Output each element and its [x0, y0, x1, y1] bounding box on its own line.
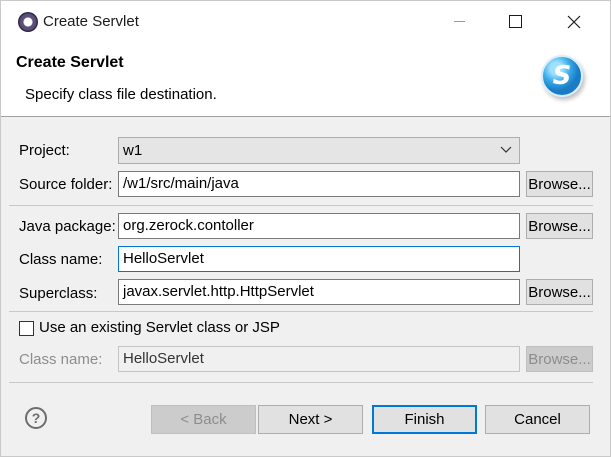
- servlet-logo-icon: S: [541, 55, 583, 97]
- close-icon: [567, 15, 581, 28]
- existing-class-name-label: Class name:: [19, 351, 103, 368]
- help-icon[interactable]: ?: [25, 407, 47, 429]
- minimize-button[interactable]: [431, 1, 487, 42]
- superclass-label: Superclass:: [19, 285, 98, 302]
- source-folder-browse-button[interactable]: Browse...: [526, 171, 593, 197]
- section-divider: [9, 205, 593, 206]
- chevron-down-icon: [500, 146, 512, 153]
- cancel-button[interactable]: Cancel: [485, 405, 590, 434]
- java-package-label: Java package:: [19, 218, 116, 235]
- use-existing-checkbox[interactable]: [19, 321, 34, 336]
- create-servlet-dialog: Create Servlet Create Servlet Specify cl…: [0, 0, 611, 457]
- banner-divider: [1, 116, 610, 117]
- maximize-icon: [508, 15, 522, 28]
- maximize-button[interactable]: [487, 1, 543, 42]
- back-button: < Back: [151, 405, 256, 434]
- eclipse-icon: [18, 12, 38, 32]
- next-button[interactable]: Next >: [258, 405, 363, 434]
- superclass-input[interactable]: javax.servlet.http.HttpServlet: [118, 279, 520, 305]
- banner-title: Create Servlet: [16, 54, 124, 71]
- source-folder-input[interactable]: /w1/src/main/java: [118, 171, 520, 197]
- wizard-banner: Create Servlet Specify class file destin…: [1, 42, 610, 116]
- close-button[interactable]: [546, 1, 602, 42]
- existing-class-browse-button: Browse...: [526, 346, 593, 372]
- java-package-input[interactable]: org.zerock.contoller: [118, 213, 520, 239]
- class-name-input[interactable]: HelloServlet: [118, 246, 520, 272]
- window-title: Create Servlet: [43, 13, 139, 30]
- superclass-browse-button[interactable]: Browse...: [526, 279, 593, 305]
- minimize-icon: [453, 21, 465, 22]
- section-divider: [9, 311, 593, 312]
- footer-divider: [9, 382, 593, 383]
- project-value: w1: [123, 142, 143, 159]
- use-existing-label[interactable]: Use an existing Servlet class or JSP: [39, 319, 280, 336]
- source-folder-label: Source folder:: [19, 176, 113, 193]
- project-select[interactable]: w1: [118, 137, 520, 164]
- finish-button[interactable]: Finish: [372, 405, 477, 434]
- java-package-browse-button[interactable]: Browse...: [526, 213, 593, 239]
- class-name-label: Class name:: [19, 251, 103, 268]
- banner-description: Specify class file destination.: [25, 86, 217, 103]
- title-bar: Create Servlet: [1, 1, 610, 42]
- project-label: Project:: [19, 142, 70, 159]
- existing-class-name-input: HelloServlet: [118, 346, 520, 372]
